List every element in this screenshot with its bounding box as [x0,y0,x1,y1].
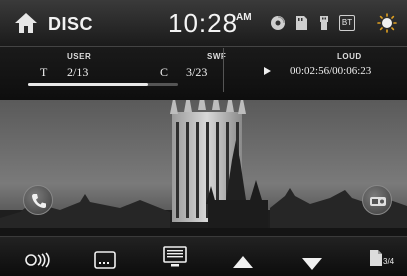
progress-bar[interactable] [28,83,178,86]
up-arrow-icon[interactable] [233,250,253,274]
chapter-counter: 3/23 [186,65,208,79]
audio-icon[interactable] [25,248,51,272]
usb-icon [320,16,328,30]
user-label: USER [67,52,92,61]
play-status-icon [264,67,271,75]
playback-time: 00:02:56/00:06:23 [290,65,372,77]
clock: 10:28 [168,8,239,38]
info-divider [223,48,224,92]
bluetooth-icon: BT [339,15,355,31]
background-photo [0,100,407,240]
phone-button[interactable] [23,185,53,215]
phone-icon [32,194,46,208]
progress-fill [28,83,148,86]
page-indicator: 3/4 [383,257,395,266]
radio-button[interactable] [362,185,392,215]
chapter-glyph: C [160,65,169,79]
top-status-bar: DISC 10:28 AM BT [0,0,407,46]
home-icon[interactable] [14,11,38,35]
down-arrow-icon[interactable] [302,252,322,276]
radio-icon [370,197,386,206]
head-unit-screen: DISC 10:28 AM BT USER SWF LOUD T 2/13 C … [0,0,407,276]
brightness-icon[interactable] [377,13,397,33]
title-glyph: T [40,65,48,79]
page-icon[interactable] [369,246,383,270]
title-counter: 2/13 [67,65,89,79]
menu-icon[interactable] [163,245,187,269]
disc-icon [271,16,285,30]
clock-ampm: AM [236,12,252,23]
loud-label: LOUD [337,52,362,61]
source-title: DISC [48,14,94,34]
subtitle-icon[interactable] [94,248,116,272]
bottom-control-bar [0,236,407,276]
sd-card-icon [296,16,307,30]
